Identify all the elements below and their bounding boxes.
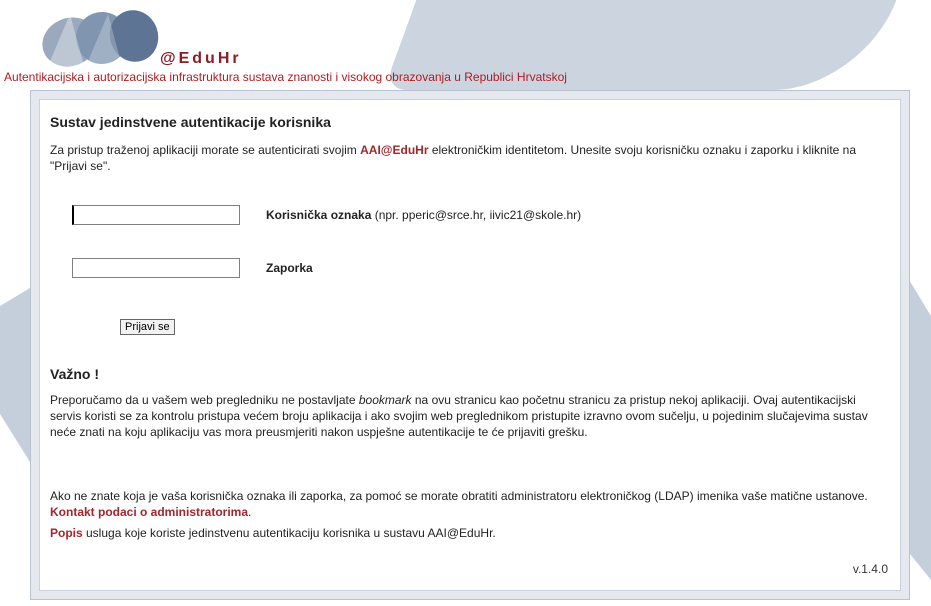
- important-text-before: Preporučamo da u vašem web pregledniku n…: [50, 393, 359, 407]
- intro-prefix: Za pristup traženoj aplikaciji morate se…: [50, 143, 361, 157]
- contact-admins-link[interactable]: Kontakt podaci o administratorima: [50, 505, 248, 519]
- services-text-body: usluga koje koriste jedinstvenu autentik…: [82, 526, 496, 540]
- username-label-text: Korisnička oznaka: [266, 208, 372, 222]
- username-row: Korisnička oznaka (npr. pperic@srce.hr, …: [72, 205, 581, 225]
- login-button[interactable]: Prijavi se: [120, 319, 175, 335]
- username-input[interactable]: [72, 205, 240, 225]
- password-input[interactable]: [72, 258, 240, 278]
- aai-logo-icon: [42, 10, 159, 67]
- login-panel-inner: Sustav jedinstvene autentikacije korisni…: [39, 99, 901, 591]
- important-heading: Važno !: [50, 366, 100, 382]
- intro-text: Za pristup traženoj aplikaciji morate se…: [50, 142, 890, 174]
- important-text: Preporučamo da u vašem web pregledniku n…: [50, 392, 885, 440]
- popis-link[interactable]: Popis: [50, 526, 83, 540]
- help-text-end: .: [248, 505, 252, 519]
- important-text-italic: bookmark: [358, 393, 412, 407]
- login-panel: Sustav jedinstvene autentikacije korisni…: [30, 90, 910, 600]
- page-title: Sustav jedinstvene autentikacije korisni…: [50, 114, 331, 130]
- help-text: Ako ne znate koja je vaša korisnička ozn…: [50, 488, 895, 520]
- intro-brand: AAI@EduHr: [360, 143, 429, 157]
- username-label: Korisnička oznaka (npr. pperic@srce.hr, …: [266, 208, 581, 222]
- password-label: Zaporka: [266, 261, 313, 275]
- password-row: Zaporka: [72, 258, 313, 278]
- password-label-text: Zaporka: [266, 261, 313, 275]
- services-text: Popis usluga koje koriste jedinstvenu au…: [50, 525, 895, 541]
- tagline: Autentikacijska i autorizacijska infrast…: [4, 70, 567, 84]
- username-hint: (npr. pperic@srce.hr, iivic21@skole.hr): [371, 208, 582, 222]
- help-text-body: Ako ne znate koja je vaša korisnička ozn…: [50, 489, 868, 503]
- site-header: @EduHr Autentikacijska i autorizacijska …: [0, 0, 931, 90]
- brand-name: @EduHr: [160, 50, 242, 67]
- version-label: v.1.4.0: [852, 562, 888, 576]
